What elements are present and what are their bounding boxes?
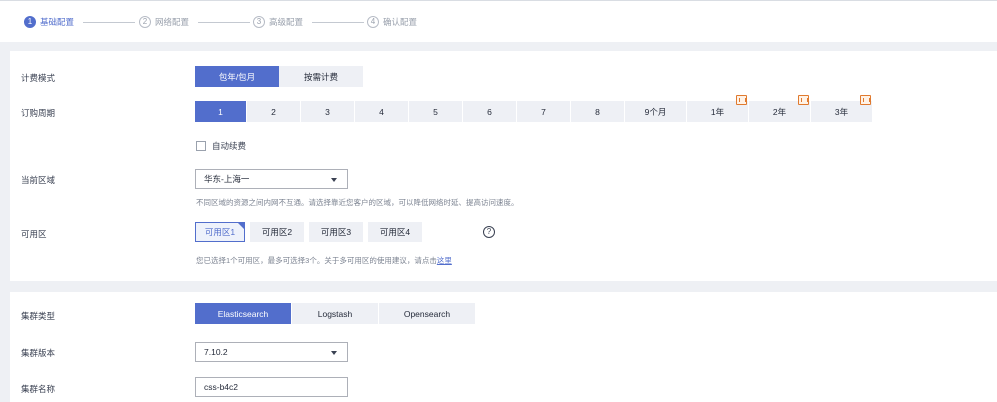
cluster-name-label: 集群名称: [21, 384, 56, 394]
az-option-2[interactable]: 可用区2: [250, 222, 304, 242]
region-select[interactable]: 华东-上海一: [195, 169, 348, 189]
step-number: 1: [24, 16, 36, 28]
step-number: 2: [139, 16, 151, 28]
cluster-type-logstash[interactable]: Logstash: [292, 303, 378, 324]
discount-icon: [860, 95, 871, 105]
step-number: 4: [367, 16, 379, 28]
period-option-9-months[interactable]: 9个月: [625, 101, 686, 122]
az-hint-text: 您已选择1个可用区，最多可选择3个。关于多可用区的使用建议，请点击: [196, 256, 437, 265]
step-label: 基础配置: [40, 17, 75, 27]
checkbox-box[interactable]: [196, 141, 206, 151]
cluster-version-select[interactable]: 7.10.2: [195, 342, 348, 362]
step-label: 高级配置: [269, 17, 304, 27]
period-option-6[interactable]: 6: [463, 101, 516, 122]
auto-renew-checkbox[interactable]: 自动续费: [196, 140, 246, 152]
step-basic[interactable]: 1 基础配置: [24, 15, 74, 29]
period-option-label: 1年: [710, 106, 725, 117]
billing-mode-selector: 包年/包月 按需计费: [195, 66, 363, 87]
period-option-8[interactable]: 8: [571, 101, 624, 122]
discount-icon: [736, 95, 747, 105]
chevron-down-icon: [331, 351, 337, 355]
period-option-7[interactable]: 7: [517, 101, 570, 122]
period-option-5[interactable]: 5: [409, 101, 462, 122]
cluster-type-elasticsearch[interactable]: Elasticsearch: [195, 303, 291, 324]
cluster-version-value: 7.10.2: [204, 347, 228, 357]
step-network[interactable]: 2 网络配置: [139, 15, 189, 29]
period-option-2[interactable]: 2: [247, 101, 300, 122]
az-option-3[interactable]: 可用区3: [309, 222, 363, 242]
step-connector: [312, 22, 364, 23]
region-label: 当前区域: [21, 175, 56, 185]
az-option-1[interactable]: 可用区1: [195, 222, 245, 242]
chevron-down-icon: [331, 178, 337, 182]
step-confirm[interactable]: 4 确认配置: [367, 15, 417, 29]
az-label: 可用区: [21, 229, 47, 239]
cluster-version-label: 集群版本: [21, 348, 56, 358]
billing-option-pay-per-use[interactable]: 按需计费: [279, 66, 363, 87]
period-option-2-years[interactable]: 2年: [749, 95, 810, 122]
period-option-label: 3年: [834, 106, 849, 117]
az-hint-link[interactable]: 这里: [437, 256, 452, 265]
wizard-stepbar: 1 基础配置 2 网络配置 3 高级配置 4 确认配置: [0, 0, 997, 42]
az-option-4[interactable]: 可用区4: [368, 222, 422, 242]
period-option-label: 2年: [772, 106, 787, 117]
cluster-name-input[interactable]: css-b4c2: [195, 377, 348, 397]
step-connector: [198, 22, 250, 23]
step-label: 网络配置: [155, 17, 190, 27]
discount-icon: [798, 95, 809, 105]
cluster-config-card: [10, 292, 997, 402]
step-number: 3: [253, 16, 265, 28]
period-option-3[interactable]: 3: [301, 101, 354, 122]
auto-renew-label: 自动续费: [212, 141, 247, 151]
region-value: 华东-上海一: [204, 174, 250, 184]
billing-mode-label: 计费模式: [21, 73, 56, 83]
cluster-type-opensearch[interactable]: Opensearch: [379, 303, 475, 324]
step-advanced[interactable]: 3 高级配置: [253, 15, 303, 29]
purchase-config-card: [10, 51, 997, 281]
period-option-3-years[interactable]: 3年: [811, 95, 872, 122]
period-option-1-year[interactable]: 1年: [687, 95, 748, 122]
az-selector: 可用区1 可用区2 可用区3 可用区4: [195, 222, 427, 242]
billing-option-yearly-monthly[interactable]: 包年/包月: [195, 66, 279, 87]
step-label: 确认配置: [383, 17, 418, 27]
help-icon[interactable]: ?: [483, 226, 495, 238]
cluster-type-label: 集群类型: [21, 311, 56, 321]
cluster-type-selector: Elasticsearch Logstash Opensearch: [195, 303, 475, 324]
az-hint: 您已选择1个可用区，最多可选择3个。关于多可用区的使用建议，请点击这里: [196, 255, 452, 266]
region-hint: 不同区域的资源之间内网不互通。请选择靠近您客户的区域，可以降低网络时延、提高访问…: [196, 198, 519, 207]
period-option-4[interactable]: 4: [355, 101, 408, 122]
period-option-1[interactable]: 1: [195, 101, 246, 122]
period-label: 订购周期: [21, 108, 56, 118]
step-connector: [83, 22, 135, 23]
period-selector: 1 2 3 4 5 6 7 8 9个月 1年 2年 3年: [195, 95, 872, 122]
